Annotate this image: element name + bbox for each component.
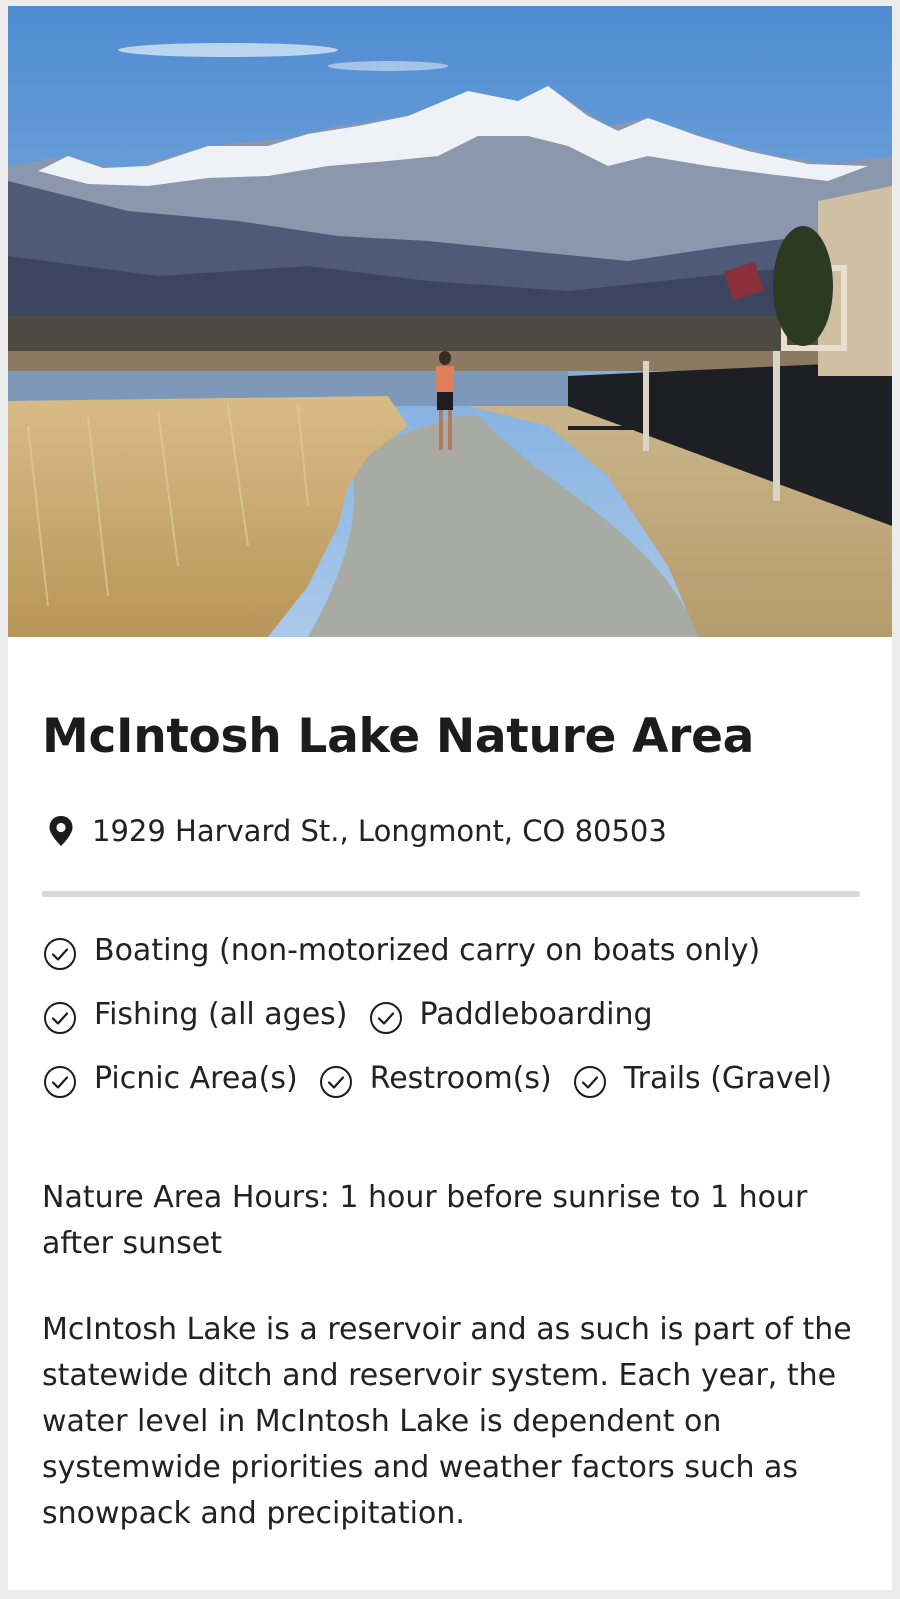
check-circle-icon [318, 1064, 354, 1100]
check-circle-icon [42, 1000, 78, 1036]
amenity-label: Paddleboarding [419, 996, 653, 1032]
park-address: 1929 Harvard St., Longmont, CO 80503 [42, 811, 860, 851]
amenity-item: Trails (Gravel) [572, 1057, 832, 1099]
park-title: McIntosh Lake Nature Area [42, 709, 755, 764]
amenity-item: Paddleboarding [368, 993, 653, 1035]
check-circle-icon [368, 1000, 404, 1036]
amenity-item: Picnic Area(s) [42, 1057, 298, 1099]
amenity-item: Boating (non-motorized carry on boats on… [42, 929, 760, 971]
amenity-label: Fishing (all ages) [94, 996, 348, 1032]
check-circle-icon [572, 1064, 608, 1100]
park-details: McIntosh Lake Nature Area 1929 Harvard S… [42, 637, 860, 1537]
amenity-label: Boating (non-motorized carry on boats on… [94, 932, 761, 968]
address-text: 1929 Harvard St., Longmont, CO 80503 [92, 814, 667, 848]
park-card: McIntosh Lake Nature Area 1929 Harvard S… [8, 6, 892, 1590]
park-photo [8, 6, 892, 637]
check-circle-icon [42, 1064, 78, 1100]
park-hours: Nature Area Hours: 1 hour before sunrise… [42, 1180, 808, 1261]
park-description: McIntosh Lake is a reservoir and as such… [42, 1312, 852, 1531]
divider [42, 891, 860, 897]
amenity-item: Restroom(s) [318, 1057, 552, 1099]
amenity-label: Restroom(s) [369, 1060, 552, 1096]
amenity-label: Picnic Area(s) [94, 1060, 298, 1096]
map-pin-icon [44, 814, 78, 848]
amenity-label: Trails (Gravel) [623, 1060, 833, 1096]
amenity-item: Fishing (all ages) [42, 993, 348, 1035]
amenities-list: Boating (non-motorized carry on boats on… [42, 929, 860, 1099]
check-circle-icon [42, 936, 78, 972]
